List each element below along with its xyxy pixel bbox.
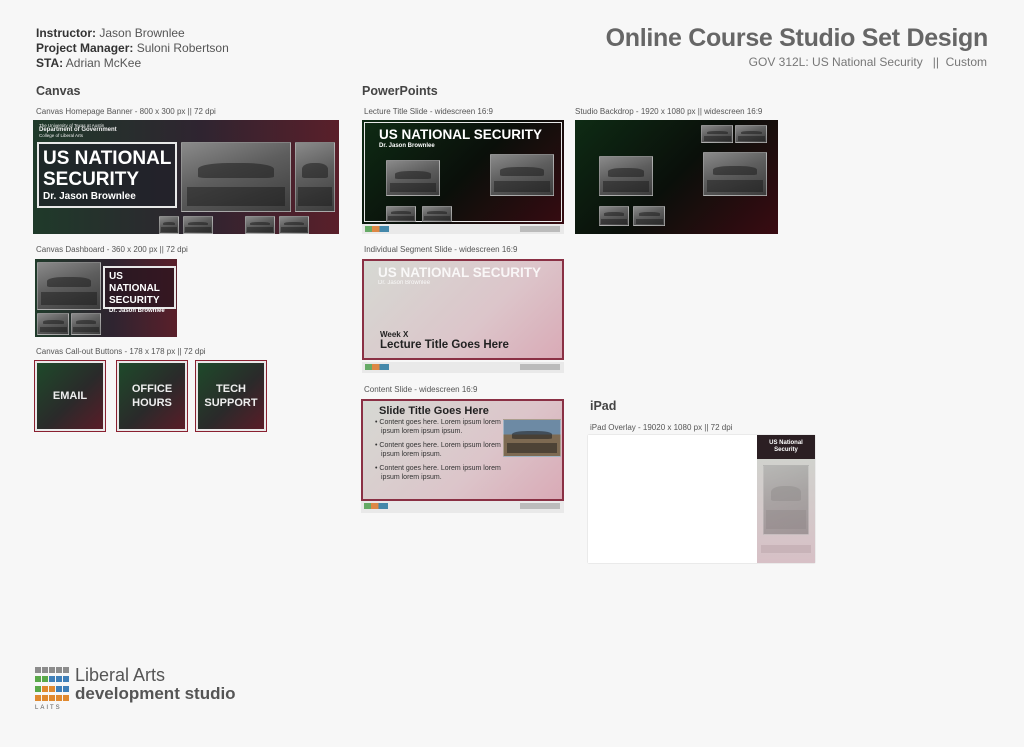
caption-callout: Canvas Call-out Buttons - 178 x 178 px |… — [36, 347, 206, 356]
tech-label-2: SUPPORT — [204, 397, 258, 409]
banner-title-box: US NATIONAL SECURITY Dr. Jason Brownlee — [37, 142, 177, 208]
tech-label-1: TECH — [216, 383, 246, 395]
caption-backdrop: Studio Backdrop - 1920 x 1080 px || wide… — [575, 107, 763, 116]
section-canvas: Canvas — [36, 84, 81, 98]
office-label-1: OFFICE — [131, 383, 173, 395]
email-label: EMAIL — [52, 390, 88, 402]
dashboard-image: US NATIONAL SECURITY Dr. Jason Brownlee — [35, 259, 177, 337]
dashboard-photo-3 — [71, 313, 101, 335]
bullet-item: • Content goes here. Lorem ipsum lorem i… — [375, 442, 501, 458]
backdrop-photo-3 — [701, 125, 733, 143]
homepage-banner: The University of Texas at Austin Depart… — [33, 120, 339, 234]
pm-name: Suloni Robertson — [136, 41, 229, 55]
segment-frame: US NATIONAL SECURITY Dr. Jason Brownlee … — [362, 259, 564, 360]
banner-photo-small-4 — [279, 216, 309, 234]
ipad-sidebar-photo — [763, 465, 809, 535]
lecture-photo-4 — [422, 206, 452, 222]
banner-photo-ceremony — [295, 142, 335, 212]
segment-title: US NATIONAL SECURITY — [378, 265, 542, 280]
laits-grid-icon — [35, 667, 71, 703]
segment-name: Dr. Jason Brownlee — [378, 280, 431, 286]
content-bullets: • Content goes here. Lorem ipsum lorem i… — [373, 419, 503, 482]
caption-lecture: Lecture Title Slide - widescreen 16:9 — [364, 107, 493, 116]
segment-slide: US NATIONAL SECURITY Dr. Jason Brownlee … — [362, 259, 564, 373]
content-frame: Slide Title Goes Here • Content goes her… — [361, 399, 564, 501]
backdrop-photo-2 — [703, 152, 767, 196]
instructor-name: Jason Brownlee — [99, 26, 185, 40]
backdrop-photo-1 — [599, 156, 653, 196]
banner-university: The University of Texas at Austin Depart… — [39, 123, 117, 138]
project-meta: Instructor: Jason Brownlee Project Manag… — [36, 26, 229, 71]
banner-photo-small-2 — [183, 216, 213, 234]
footer-line-3: LAITS — [35, 705, 62, 711]
content-photo — [503, 419, 561, 457]
bullet-item: • Content goes here. Lorem ipsum lorem i… — [375, 465, 501, 481]
page-subtitle: GOV 312L: US National Security || Custom — [748, 55, 987, 69]
ipad-sidebar: US National Security — [757, 435, 815, 563]
content-title: Slide Title Goes Here — [379, 405, 489, 417]
section-ipad: iPad — [590, 399, 617, 413]
segment-lecture-title: Lecture Title Goes Here — [380, 339, 509, 351]
office-label-2: HOURS — [132, 397, 172, 409]
pm-label: Project Manager: — [36, 41, 134, 55]
caption-ipad: iPad Overlay - 19020 x 1080 px || 72 dpi — [590, 423, 733, 432]
caption-content: Content Slide - widescreen 16:9 — [364, 385, 478, 394]
lecture-photo-2 — [490, 154, 554, 196]
lecture-photo-1 — [386, 160, 440, 196]
email-callout-button[interactable]: EMAIL — [34, 360, 106, 432]
section-powerpoints: PowerPoints — [362, 84, 438, 98]
lecture-photo-3 — [386, 206, 416, 222]
studio-backdrop — [575, 120, 778, 234]
lecture-title: US NATIONAL SECURITY — [379, 127, 543, 142]
segment-logo-bar — [362, 362, 564, 373]
ipad-overlay: US National Security — [588, 435, 815, 563]
backdrop-photo-5 — [599, 206, 629, 226]
lecture-title-slide: US NATIONAL SECURITY Dr. Jason Brownlee — [362, 120, 564, 234]
tech-support-callout-button[interactable]: TECH SUPPORT — [195, 360, 267, 432]
caption-segment: Individual Segment Slide - widescreen 16… — [364, 245, 518, 254]
segment-week: Week X — [380, 330, 409, 339]
content-logo-bar — [361, 501, 564, 513]
office-hours-callout-button[interactable]: OFFICE HOURS — [116, 360, 188, 432]
footer-line-1: Liberal Arts — [75, 665, 166, 685]
footer-line-2: development studio — [75, 684, 236, 703]
ipad-sidebar-title: US National Security — [757, 435, 815, 459]
bullet-item: • Content goes here. Lorem ipsum lorem i… — [375, 419, 501, 435]
caption-banner: Canvas Homepage Banner - 800 x 300 px ||… — [36, 107, 216, 116]
instructor-label: Instructor: — [36, 26, 96, 40]
banner-photo-helicopter — [181, 142, 291, 212]
banner-photo-small-1 — [159, 216, 179, 234]
sta-label: STA: — [36, 56, 64, 70]
dashboard-photo-1 — [37, 262, 101, 310]
backdrop-photo-4 — [735, 125, 767, 143]
banner-photo-small-3 — [245, 216, 275, 234]
dashboard-title-box: US NATIONAL SECURITY Dr. Jason Brownlee — [103, 266, 176, 314]
sta-name: Adrian McKee — [65, 56, 142, 70]
lecture-name: Dr. Jason Brownlee — [379, 143, 435, 149]
page-title: Online Course Studio Set Design — [605, 24, 989, 52]
ipad-sidebar-logo — [761, 545, 811, 553]
backdrop-photo-6 — [633, 206, 665, 226]
lecture-logo-bar — [362, 224, 564, 234]
content-slide: Slide Title Goes Here • Content goes her… — [361, 399, 564, 513]
caption-dashboard: Canvas Dashboard - 360 x 200 px || 72 dp… — [36, 245, 188, 254]
dashboard-photo-2 — [37, 313, 69, 335]
